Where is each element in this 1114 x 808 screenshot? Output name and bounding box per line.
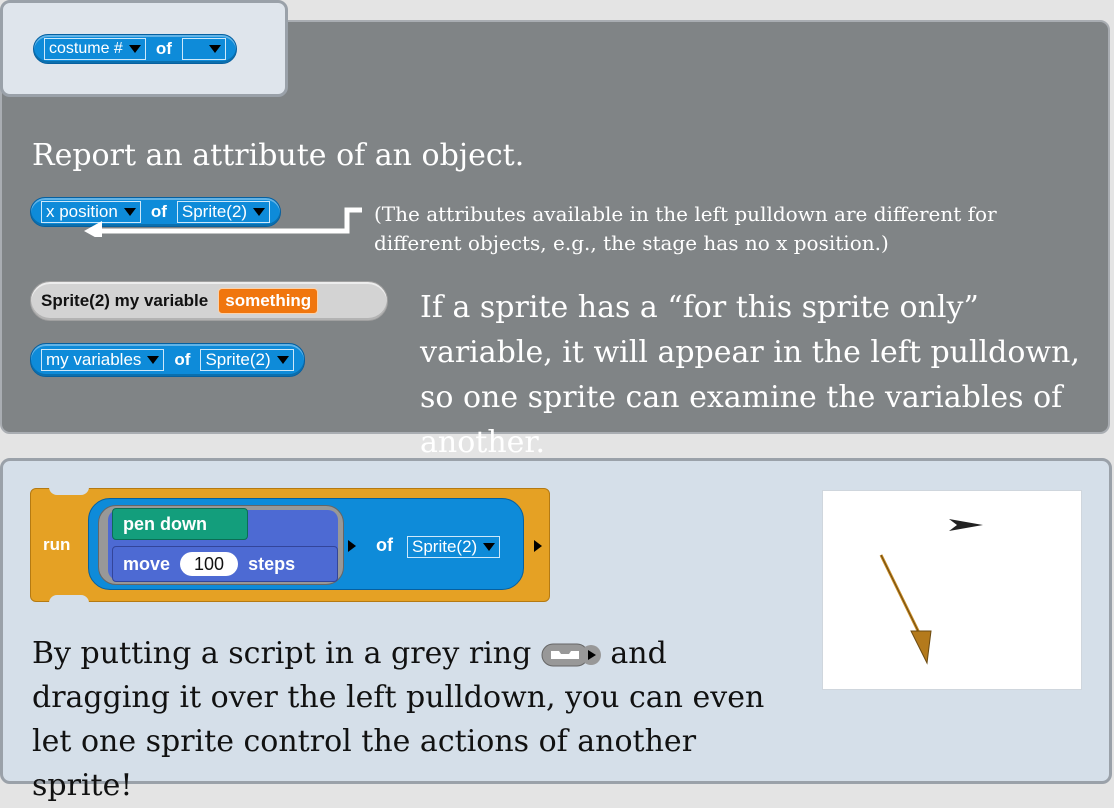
of-keyword: of (174, 350, 191, 369)
pen-down-block[interactable]: pen down (112, 508, 248, 540)
my-variables-of-block[interactable]: my variables of Sprite(2) (30, 343, 305, 377)
ring-text-rest: dragging it over the left pulldown, you … (32, 680, 765, 803)
pen-trail-shadow (880, 554, 924, 642)
heading: Report an attribute of an object. (32, 138, 525, 173)
block-title-tab: costume # of (0, 0, 288, 97)
block-notch (49, 595, 89, 603)
stage-drawing (879, 519, 983, 665)
pointer-arrow (84, 207, 362, 237)
run-label: run (43, 535, 71, 554)
object-dropdown[interactable]: Sprite(2) (407, 536, 501, 558)
attribute-dropdown[interactable]: costume # (44, 38, 146, 60)
pen-sprite-arrow-icon (910, 630, 932, 665)
expand-arrow-icon[interactable] (534, 540, 542, 552)
of-label: of (376, 535, 393, 556)
attribute-of-block[interactable]: costume # of (33, 34, 237, 64)
sprite-variable-watcher: Sprite(2) my variable something (30, 281, 388, 321)
chevron-down-icon (147, 356, 160, 364)
object-dropdown-value: Sprite(2) (205, 350, 271, 369)
of-keyword: of (155, 39, 172, 58)
chevron-down-icon (276, 356, 289, 364)
chevron-down-icon (483, 543, 496, 551)
move-steps-block[interactable]: move 100 steps (112, 546, 338, 582)
attribute-dropdown[interactable]: my variables (41, 349, 165, 371)
steps-label: steps (248, 553, 296, 574)
move-label: move (123, 553, 171, 574)
chevron-down-icon (128, 45, 141, 53)
stage-preview (822, 490, 1082, 690)
ring-icon (541, 642, 601, 668)
sprite-arrow-icon (949, 519, 983, 531)
ring-text-start: By putting a script in a grey ring (32, 636, 532, 671)
object-dropdown[interactable] (181, 38, 226, 60)
object-dropdown[interactable]: Sprite(2) (200, 349, 294, 371)
ring-text-and: and (610, 636, 667, 671)
attribute-dropdown-value: costume # (49, 40, 123, 57)
of-keyword: of (376, 535, 393, 555)
attribute-note: (The attributes available in the left pu… (374, 202, 997, 255)
attribute-dropdown-value: my variables (46, 350, 142, 369)
variable-value: something (218, 288, 319, 314)
ring-explanation: By putting a script in a grey ring and d… (32, 632, 792, 808)
block-notch (49, 487, 89, 495)
object-dropdown-value: Sprite(2) (412, 537, 478, 556)
steps-input[interactable]: 100 (180, 552, 239, 576)
explanation-text: If a sprite has a “for this sprite only”… (420, 290, 1080, 460)
pen-down-label: pen down (123, 513, 207, 534)
chevron-down-icon (208, 45, 221, 53)
watcher-label: Sprite(2) my variable (41, 291, 209, 310)
expand-arrow-icon[interactable] (348, 540, 356, 552)
